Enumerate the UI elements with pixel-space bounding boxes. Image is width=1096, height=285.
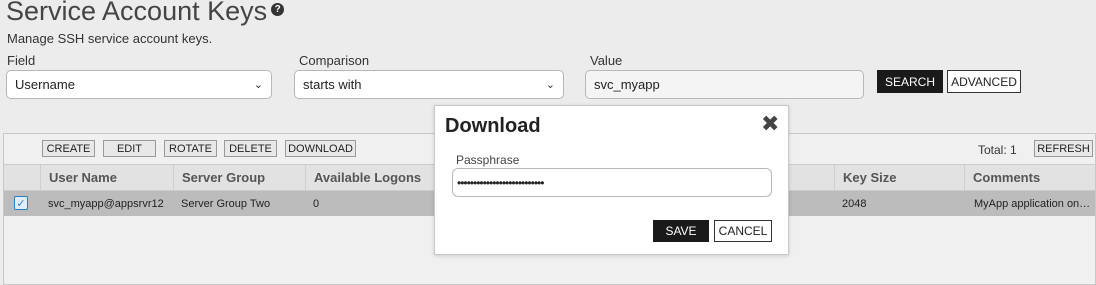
close-icon[interactable]: ✖ bbox=[761, 111, 779, 137]
column-header-key-size[interactable]: Key Size bbox=[834, 165, 964, 190]
cell-key-size: 2048 bbox=[842, 197, 867, 210]
total-count: Total: 1 bbox=[978, 143, 1017, 157]
row-checkbox[interactable]: ✓ bbox=[14, 196, 28, 210]
search-button[interactable]: SEARCH bbox=[877, 70, 943, 93]
passphrase-value: ••••••••••••••••••••••••••• bbox=[457, 175, 544, 190]
value-input[interactable]: svc_myapp bbox=[585, 70, 864, 99]
cell-comments: MyApp application on… bbox=[974, 197, 1091, 210]
cell-server-group: Server Group Two bbox=[181, 197, 271, 210]
create-button[interactable]: CREATE bbox=[42, 140, 95, 157]
edit-button[interactable]: EDIT bbox=[103, 140, 156, 157]
rotate-button[interactable]: ROTATE bbox=[164, 140, 217, 157]
chevron-down-icon: ⌄ bbox=[545, 79, 555, 91]
column-header-available-logons[interactable]: Available Logons bbox=[305, 165, 435, 190]
cell-available-logons: 0 bbox=[313, 197, 320, 210]
cell-user-name: svc_myapp@appsrvr12 bbox=[48, 197, 164, 210]
chevron-down-icon: ⌄ bbox=[253, 79, 263, 91]
refresh-button[interactable]: REFRESH bbox=[1034, 140, 1093, 157]
column-header-server-group[interactable]: Server Group bbox=[173, 165, 305, 190]
page-title-text: Service Account Keys bbox=[6, 0, 268, 26]
help-icon[interactable]: ? bbox=[271, 3, 285, 16]
page-title: Service Account Keys ? bbox=[6, 0, 285, 27]
comparison-label: Comparison bbox=[299, 53, 370, 68]
download-dialog: Download ✖ Passphrase ••••••••••••••••••… bbox=[434, 105, 789, 255]
field-select[interactable]: Username ⌄ bbox=[6, 70, 272, 99]
advanced-button[interactable]: ADVANCED bbox=[947, 70, 1021, 93]
download-button[interactable]: DOWNLOAD bbox=[285, 140, 356, 157]
delete-button[interactable]: DELETE bbox=[224, 140, 277, 157]
cancel-button[interactable]: CANCEL bbox=[714, 220, 772, 242]
dialog-title: Download bbox=[445, 115, 541, 137]
value-label: Value bbox=[590, 53, 623, 68]
field-select-value: Username bbox=[15, 77, 75, 92]
passphrase-label: Passphrase bbox=[456, 153, 520, 167]
comparison-select[interactable]: starts with ⌄ bbox=[294, 70, 564, 99]
column-header-comments[interactable]: Comments bbox=[964, 165, 1095, 190]
comparison-select-value: starts with bbox=[303, 77, 362, 92]
column-header-user-name[interactable]: User Name bbox=[40, 165, 173, 190]
value-input-text: svc_myapp bbox=[594, 77, 660, 92]
field-label: Field bbox=[7, 53, 36, 68]
passphrase-input[interactable]: ••••••••••••••••••••••••••• bbox=[452, 168, 772, 197]
save-button[interactable]: SAVE bbox=[653, 220, 709, 242]
page-subtitle: Manage SSH service account keys. bbox=[7, 31, 213, 46]
